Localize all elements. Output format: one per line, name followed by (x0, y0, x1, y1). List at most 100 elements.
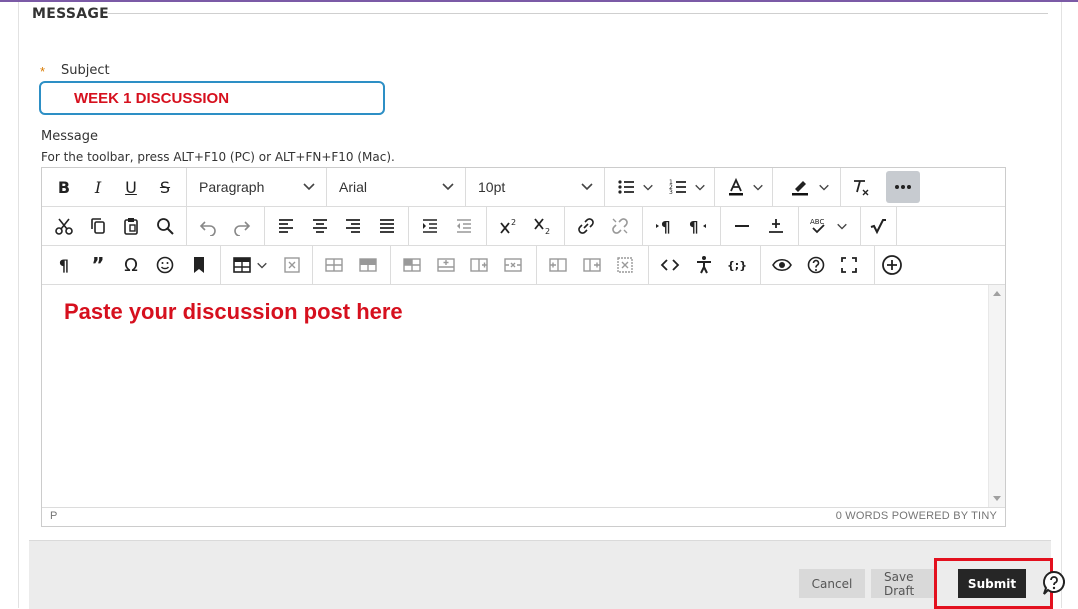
fullscreen-icon[interactable] (835, 251, 863, 279)
scroll-down-arrow[interactable] (993, 496, 1001, 501)
history-group (186, 207, 265, 245)
delete-column-icon[interactable] (611, 251, 639, 279)
table-row-props-icon[interactable] (320, 251, 348, 279)
outdent-icon[interactable] (450, 212, 478, 240)
redo-icon[interactable] (228, 212, 256, 240)
help-bubble-icon[interactable] (1041, 570, 1067, 596)
source-code-icon[interactable] (656, 251, 684, 279)
code-group: {;} (648, 246, 761, 284)
align-left-icon[interactable] (272, 212, 300, 240)
insert-row-after-icon[interactable] (432, 251, 460, 279)
undo-icon[interactable] (194, 212, 222, 240)
list-group: 123 (604, 168, 715, 206)
emoji-icon[interactable] (151, 251, 179, 279)
subscript-icon[interactable]: 2 (528, 212, 556, 240)
table-icon[interactable] (228, 251, 256, 279)
delete-table-icon[interactable] (278, 251, 306, 279)
link-icon[interactable] (572, 212, 600, 240)
cut-icon[interactable] (50, 212, 78, 240)
rich-text-editor: B I U S Paragraph Arial 10pt 123 2 2 ¶ ¶… (41, 167, 1006, 527)
text-color-icon[interactable] (722, 173, 750, 201)
numbered-list-icon[interactable]: 123 (664, 173, 692, 201)
rtl-paragraph-icon[interactable]: ¶ (684, 212, 712, 240)
block-format-value: Paragraph (199, 179, 265, 195)
svg-text:2: 2 (511, 218, 516, 227)
math-group (860, 207, 897, 245)
block-format-select[interactable]: Paragraph (186, 168, 327, 206)
bookmark-icon[interactable] (185, 251, 213, 279)
editor-content-area[interactable]: Paste your discussion post here (42, 285, 1005, 508)
align-right-icon[interactable] (339, 212, 367, 240)
insert-line-group (720, 207, 799, 245)
copy-icon[interactable] (84, 212, 112, 240)
paste-icon[interactable] (117, 212, 145, 240)
delete-row-icon[interactable] (499, 251, 527, 279)
search-icon[interactable] (151, 212, 179, 240)
strikethrough-icon[interactable]: S (151, 173, 179, 201)
align-group (264, 207, 409, 245)
math-equation-icon[interactable] (864, 212, 892, 240)
ltr-paragraph-icon[interactable]: ¶ (650, 212, 678, 240)
highlight-group (772, 168, 841, 206)
chevron-down-icon[interactable] (256, 259, 268, 271)
special-character-icon[interactable]: Ω (117, 251, 145, 279)
chevron-down-icon[interactable] (694, 181, 706, 193)
format-group: B I U S (42, 168, 187, 206)
add-content-group (874, 246, 912, 284)
chevron-down-icon[interactable] (752, 181, 764, 193)
insert-char-group: ¶ ” Ω (42, 246, 221, 284)
chevron-down-icon[interactable] (642, 181, 654, 193)
clear-formatting-icon[interactable] (846, 173, 874, 201)
svg-text:¶: ¶ (689, 218, 699, 236)
add-content-icon[interactable] (878, 251, 906, 279)
bold-icon[interactable]: B (50, 173, 78, 201)
chevron-down-icon[interactable] (818, 181, 830, 193)
blockquote-icon[interactable]: ” (84, 251, 112, 279)
insert-row-before-icon[interactable] (398, 251, 426, 279)
insert-column-after-icon[interactable] (578, 251, 606, 279)
save-draft-button[interactable]: Save Draft (871, 569, 937, 598)
cancel-button[interactable]: Cancel (799, 569, 865, 598)
submit-highlight-annotation (934, 558, 1053, 609)
insert-column-before-icon[interactable] (544, 251, 572, 279)
insert-plus-icon[interactable] (762, 212, 790, 240)
subject-label: Subject (61, 63, 110, 78)
editor-statusbar: P 0 WORDS POWERED BY TINY (42, 508, 1005, 526)
chevron-down-icon (442, 183, 454, 191)
align-justify-icon[interactable] (373, 212, 401, 240)
underline-icon[interactable]: U (117, 173, 145, 201)
template-variable-icon[interactable]: {;} (723, 251, 751, 279)
direction-group: ¶ ¶ (642, 207, 721, 245)
chevron-down-icon[interactable] (836, 220, 848, 232)
font-size-select[interactable]: 10pt (465, 168, 605, 206)
toolbar-row-1: B I U S Paragraph Arial 10pt 123 (42, 168, 1005, 207)
toolbar-hint: For the toolbar, press ALT+F10 (PC) or A… (41, 150, 395, 164)
svg-text:2: 2 (545, 227, 550, 236)
table-group (220, 246, 313, 284)
indent-group (408, 207, 487, 245)
preview-eye-icon[interactable] (768, 251, 796, 279)
subject-input[interactable]: WEEK 1 DISCUSSION (39, 81, 385, 115)
highlight-color-icon[interactable] (786, 173, 814, 201)
accessibility-icon[interactable] (690, 251, 718, 279)
help-circle-icon[interactable] (802, 251, 830, 279)
font-family-select[interactable]: Arial (326, 168, 466, 206)
indent-icon[interactable] (416, 212, 444, 240)
element-path[interactable]: P (50, 510, 57, 522)
superscript-icon[interactable]: 2 (494, 212, 522, 240)
more-options-icon[interactable] (886, 171, 920, 203)
italic-icon[interactable]: I (84, 173, 112, 201)
view-group (760, 246, 875, 284)
editor-scrollbar[interactable] (988, 285, 1005, 507)
paragraph-mark-icon[interactable]: ¶ (50, 251, 78, 279)
table-cell-props-icon[interactable] (354, 251, 382, 279)
scroll-up-arrow[interactable] (993, 291, 1001, 296)
spellcheck-icon[interactable]: ABC (804, 212, 832, 240)
section-title: MESSAGE (32, 6, 110, 22)
bullet-list-icon[interactable] (612, 173, 640, 201)
align-center-icon[interactable] (306, 212, 334, 240)
insert-column-icon[interactable] (465, 251, 493, 279)
horizontal-line-icon[interactable] (728, 212, 756, 240)
unlink-icon[interactable] (606, 212, 634, 240)
table-row-group (312, 246, 391, 284)
